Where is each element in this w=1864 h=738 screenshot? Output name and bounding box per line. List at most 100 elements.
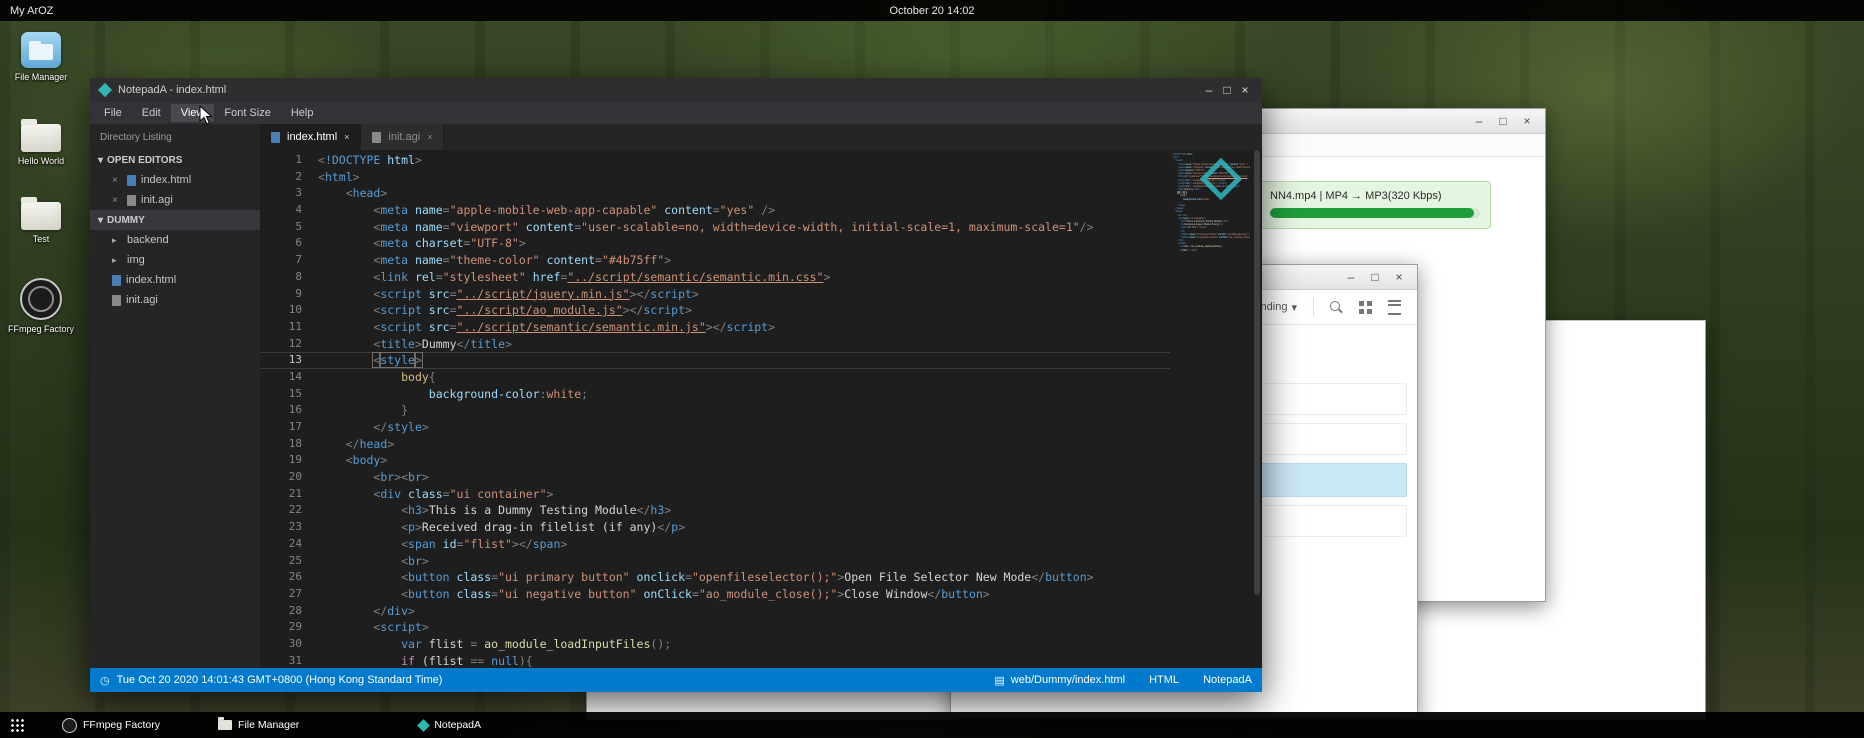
taskbar-item-ffmpeg-factory[interactable]: FFmpeg Factory [62,718,160,733]
code-line[interactable]: 17 </style> [260,419,1170,436]
open-editor-init-agi[interactable]: × init.agi [90,190,260,210]
code-line[interactable]: 23 <p>Received drag-in filelist (if any)… [260,519,1170,536]
line-number: 3 [260,185,318,202]
code-line[interactable]: 24 <span id="flist"></span> [260,536,1170,553]
folder-label: img [127,254,145,266]
code-line[interactable]: 28 </div> [260,603,1170,620]
code-line[interactable]: 7 <meta name="theme-color" content="#4b7… [260,252,1170,269]
line-number: 20 [260,469,318,486]
minimize-button[interactable]: – [1200,83,1218,97]
close-button[interactable]: × [1236,83,1254,97]
maximize-button[interactable]: □ [1218,83,1236,97]
tab-index-html[interactable]: index.html × [260,124,361,150]
close-icon[interactable]: × [112,195,122,206]
code-line[interactable]: 4 <meta name="apple-mobile-web-app-capab… [260,202,1170,219]
status-app-name: NotepadA [1203,674,1252,686]
taskbar-item-notepada[interactable]: NotepadA [419,719,481,731]
status-file-path[interactable]: web/Dummy/index.html [1011,674,1125,686]
line-number: 16 [260,402,318,419]
desktop-icon-hello-world[interactable]: Hello World [8,124,74,166]
html-file-icon [112,275,121,286]
list-view-icon[interactable] [1388,300,1401,315]
code-line[interactable]: 15 background-color:white; [260,386,1170,403]
desktop-icon-file-manager[interactable]: File Manager [8,32,74,82]
minimap[interactable]: <!DOCTYPE html><html> <head> <meta name=… [1170,150,1252,668]
code-line[interactable]: 19 <body> [260,452,1170,469]
taskbar-item-label: File Manager [238,719,299,731]
tree-file-init-agi[interactable]: init.agi [90,290,260,310]
minimize-button[interactable]: – [1471,114,1487,128]
code-line[interactable]: 3 <head> [260,185,1170,202]
maximize-button[interactable]: □ [1495,114,1511,128]
code-line[interactable]: 5 <meta name="viewport" content="user-sc… [260,219,1170,236]
menu-edit[interactable]: Edit [132,104,171,122]
line-number: 26 [260,569,318,586]
system-topbar: My ArOZ October 20 14:02 [0,0,1864,21]
code-line[interactable]: 25 <br> [260,553,1170,570]
tree-folder-img[interactable]: ▸ img [90,250,260,270]
menu-file[interactable]: File [94,104,132,122]
folder-icon [21,124,61,152]
code-line[interactable]: 12 <title>Dummy</title> [260,336,1170,353]
line-number: 24 [260,536,318,553]
line-number: 19 [260,452,318,469]
code-line[interactable]: 29 <script> [260,619,1170,636]
grid-view-icon[interactable] [1359,301,1372,314]
section-dummy[interactable]: ▾ DUMMY [90,210,260,230]
code-lines[interactable]: 1<!DOCTYPE html>2<html>3 <head>4 <meta n… [260,150,1170,668]
close-icon[interactable]: × [112,175,122,186]
menu-help[interactable]: Help [281,104,324,122]
desktop-icon-label: FFmpeg Factory [8,324,74,334]
open-editor-index-html[interactable]: × index.html [90,170,260,190]
code-area[interactable]: 1<!DOCTYPE html>2<html>3 <head>4 <meta n… [260,150,1262,668]
code-line[interactable]: 10 <script src="../script/ao_module.js">… [260,302,1170,319]
close-button[interactable]: × [1519,114,1535,128]
file-label: index.html [141,174,191,186]
code-line[interactable]: 8 <link rel="stylesheet" href="../script… [260,269,1170,286]
tab-close-icon[interactable]: × [344,132,349,142]
menu-view[interactable]: View [171,104,215,122]
tree-folder-backend[interactable]: ▸ backend [90,230,260,250]
desktop-icon-ffmpeg-factory[interactable]: FFmpeg Factory [8,278,74,334]
folder-icon [218,720,232,730]
minimize-button[interactable]: – [1343,270,1359,284]
code-line[interactable]: 27 <button class="ui negative button" on… [260,586,1170,603]
code-line[interactable]: 9 <script src="../script/jquery.min.js">… [260,286,1170,303]
desktop-icon-test[interactable]: Test [8,202,74,244]
code-line[interactable]: 30 var flist = ao_module_loadInputFiles(… [260,636,1170,653]
notepada-window: NotepadA - index.html – □ × File Edit Vi… [90,78,1262,692]
code-line[interactable]: 21 <div class="ui container"> [260,486,1170,503]
code-line[interactable]: 20 <br><br> [260,469,1170,486]
menu-font-size[interactable]: Font Size [214,104,280,122]
section-open-editors[interactable]: ▾ OPEN EDITORS [90,150,260,170]
code-line[interactable]: 26 <button class="ui primary button" onc… [260,569,1170,586]
code-line[interactable]: 18 </head> [260,436,1170,453]
maximize-button[interactable]: □ [1367,270,1383,284]
code-line[interactable]: 2<html> [260,169,1170,186]
editor-scrollbar[interactable] [1252,150,1262,668]
code-line[interactable]: 31 if (flist == null){ [260,653,1170,668]
tab-init-agi[interactable]: init.agi × [361,124,444,150]
taskbar-item-file-manager[interactable]: File Manager [218,719,299,731]
tab-close-icon[interactable]: × [427,132,432,142]
notepada-titlebar[interactable]: NotepadA - index.html – □ × [90,78,1262,102]
tree-file-index-html[interactable]: index.html [90,270,260,290]
code-line[interactable]: 22 <h3>This is a Dummy Testing Module</h… [260,502,1170,519]
app-launcher-icon[interactable] [10,718,24,732]
window-title: NotepadA - index.html [118,84,1200,96]
code-line[interactable]: 16 } [260,402,1170,419]
code-line[interactable]: 1<!DOCTYPE html> [260,152,1170,169]
code-line[interactable]: 11 <script src="../script/semantic/seman… [260,319,1170,336]
line-number: 22 [260,502,318,519]
taskbar: FFmpeg Factory File Manager NotepadA [0,712,1864,738]
close-button[interactable]: × [1391,270,1407,284]
status-language[interactable]: HTML [1149,674,1179,686]
scrollbar-thumb[interactable] [1254,150,1260,595]
ffmpeg-factory-icon [62,718,77,733]
code-line[interactable]: 14 body{ [260,369,1170,386]
code-line[interactable]: 6 <meta charset="UTF-8"> [260,235,1170,252]
line-number: 8 [260,269,318,286]
line-number: 15 [260,386,318,403]
search-icon[interactable] [1330,301,1343,314]
code-line[interactable]: 13 <style> [260,352,1170,369]
